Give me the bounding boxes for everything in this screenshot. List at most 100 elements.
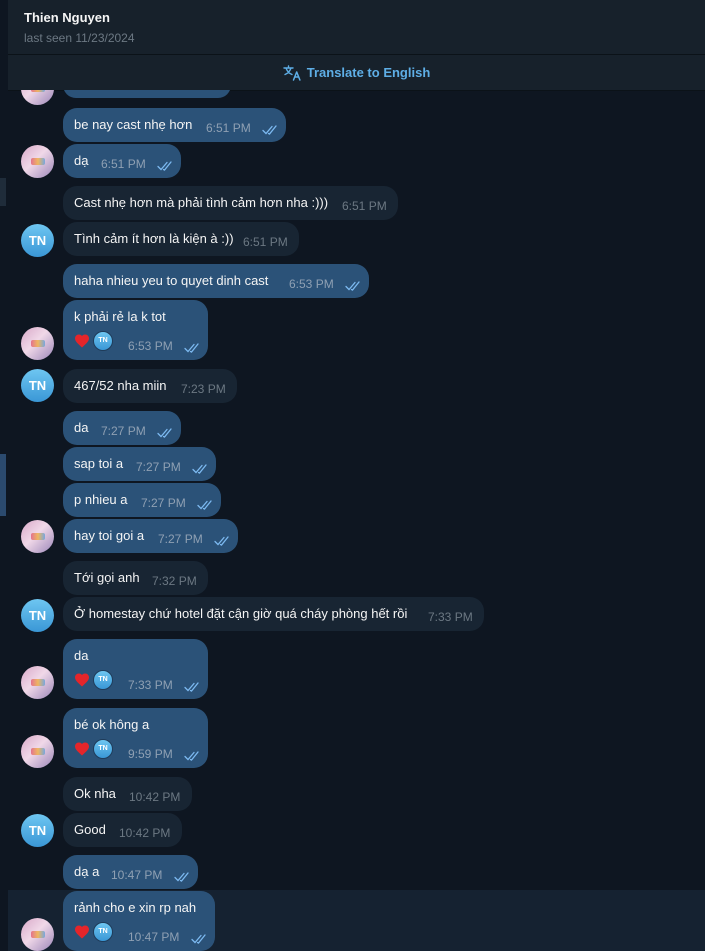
read-checkmarks-icon [214, 536, 229, 546]
message-text: Tình cảm ít hơn là kiện à :)) [74, 231, 234, 246]
message-text: Cast nhẹ hơn mà phải tình cảm hơn nha :)… [74, 195, 329, 210]
message-bubble[interactable]: 467/52 nha miin 7:23 PM [63, 369, 237, 403]
message-bubble[interactable]: da TN 7:33 PM [63, 639, 208, 699]
left-scroll-mark [0, 454, 6, 516]
message-text: Ở homestay chứ hotel đặt cận giờ quá chá… [74, 606, 408, 621]
message-time: 6:51 PM [206, 121, 251, 135]
message-bubble[interactable]: bé ok hông a TN 9:59 PM [63, 708, 208, 768]
heart-icon [75, 673, 89, 687]
avatar-tn[interactable]: TN [21, 814, 54, 847]
translate-button[interactable]: Translate to English [8, 55, 705, 91]
chat-header[interactable]: Thien Nguyen last seen 11/23/2024 [8, 0, 705, 55]
read-checkmarks-icon [192, 464, 207, 474]
message-text: bé ok hông a [74, 717, 150, 732]
message-bubble[interactable]: sap toi a 7:27 PM [63, 447, 216, 481]
message-text: p nhieu a [74, 492, 128, 507]
avatar[interactable] [21, 327, 54, 360]
message-bubble-partial[interactable] [63, 90, 231, 98]
read-checkmarks-icon [157, 428, 172, 438]
reaction[interactable]: TN [74, 331, 113, 351]
message-time: 10:42 PM [119, 826, 171, 840]
avatar-tn[interactable]: TN [21, 599, 54, 632]
reactor-avatar: TN [93, 331, 113, 351]
message-bubble[interactable]: p nhieu a 7:27 PM [63, 483, 221, 517]
read-checkmarks-icon [191, 934, 206, 944]
message-list[interactable]: be nay cast nhẹ hơn 6:51 PM dạ 6:51 PM C… [0, 90, 705, 951]
message-text: k phải rẻ la k tot [74, 309, 166, 324]
read-checkmarks-icon [345, 281, 360, 291]
message-time: 10:47 PM [128, 930, 180, 944]
heart-icon [75, 925, 89, 939]
message-text: hay toi goi a [74, 528, 145, 543]
contact-name[interactable]: Thien Nguyen [24, 10, 110, 25]
message-bubble[interactable]: Tới gọi anh 7:32 PM [63, 561, 208, 595]
avatar-tn[interactable]: TN [21, 369, 54, 402]
avatar[interactable] [21, 918, 54, 951]
avatar-tn[interactable]: TN [21, 224, 54, 257]
message-bubble[interactable]: be nay cast nhẹ hơn 6:51 PM [63, 108, 286, 142]
read-checkmarks-icon [184, 343, 199, 353]
translate-label: Translate to English [306, 65, 431, 80]
heart-icon [75, 334, 89, 348]
reactor-avatar: TN [93, 922, 113, 942]
message-bubble[interactable]: rảnh cho e xin rp nah TN 10:47 PM [63, 891, 215, 951]
read-checkmarks-icon [197, 500, 212, 510]
message-bubble[interactable]: da 7:27 PM [63, 411, 181, 445]
message-time: 10:42 PM [129, 790, 181, 804]
message-text: be nay cast nhẹ hơn [74, 117, 193, 132]
message-time: 7:27 PM [136, 460, 181, 474]
message-bubble[interactable]: Cast nhẹ hơn mà phải tình cảm hơn nha :)… [63, 186, 398, 220]
message-time: 7:33 PM [428, 610, 473, 624]
message-time: 6:53 PM [289, 277, 334, 291]
message-time: 6:51 PM [243, 235, 288, 249]
message-bubble[interactable]: haha nhieu yeu to quyet dinh cast 6:53 P… [63, 264, 369, 298]
message-time: 7:27 PM [158, 532, 203, 546]
message-time: 7:27 PM [101, 424, 146, 438]
reactor-avatar: TN [93, 739, 113, 759]
message-text: haha nhieu yeu to quyet dinh cast [74, 273, 269, 288]
message-bubble[interactable]: Ở homestay chứ hotel đặt cận giờ quá chá… [63, 597, 484, 631]
message-time: 7:23 PM [181, 382, 226, 396]
heart-icon [75, 742, 89, 756]
message-text: da [74, 420, 89, 435]
read-checkmarks-icon [184, 751, 199, 761]
message-bubble[interactable]: dạ 6:51 PM [63, 144, 181, 178]
message-bubble[interactable]: Tình cảm ít hơn là kiện à :)) 6:51 PM [63, 222, 299, 256]
message-text: 467/52 nha miin [74, 378, 167, 393]
message-bubble[interactable]: dạ a 10:47 PM [63, 855, 198, 889]
message-text: da [74, 648, 89, 663]
message-bubble[interactable]: k phải rẻ la k tot TN 6:53 PM [63, 300, 208, 360]
message-time: 7:27 PM [141, 496, 186, 510]
message-bubble[interactable]: hay toi goi a 7:27 PM [63, 519, 238, 553]
left-scroll-mark [0, 178, 6, 206]
message-time: 10:47 PM [111, 868, 163, 882]
message-text: rảnh cho e xin rp nah [74, 900, 197, 915]
message-text: dạ [74, 153, 89, 168]
avatar-partial[interactable] [21, 90, 54, 105]
reaction[interactable]: TN [74, 670, 113, 690]
read-checkmarks-icon [157, 161, 172, 171]
message-text: Ok nha [74, 786, 116, 801]
message-time: 6:51 PM [342, 199, 387, 213]
message-time: 6:53 PM [128, 339, 173, 353]
avatar[interactable] [21, 520, 54, 553]
message-text: sap toi a [74, 456, 124, 471]
read-checkmarks-icon [184, 682, 199, 692]
last-seen-status: last seen 11/23/2024 [24, 31, 135, 45]
message-time: 7:32 PM [152, 574, 197, 588]
avatar[interactable] [21, 145, 54, 178]
message-bubble[interactable]: Ok nha 10:42 PM [63, 777, 192, 811]
message-time: 6:51 PM [101, 157, 146, 171]
message-text: Tới gọi anh [74, 570, 140, 585]
reaction[interactable]: TN [74, 922, 113, 942]
read-checkmarks-icon [262, 125, 277, 135]
avatar[interactable] [21, 666, 54, 699]
reaction[interactable]: TN [74, 739, 113, 759]
message-time: 7:33 PM [128, 678, 173, 692]
avatar[interactable] [21, 735, 54, 768]
translate-icon [283, 64, 301, 81]
message-bubble[interactable]: Good 10:42 PM [63, 813, 182, 847]
message-text: dạ a [74, 864, 100, 879]
message-text: Good [74, 822, 106, 837]
read-checkmarks-icon [174, 872, 189, 882]
